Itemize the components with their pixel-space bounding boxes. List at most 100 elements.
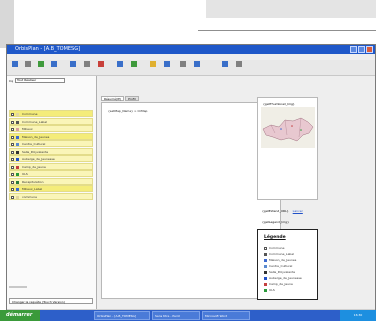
legend-item: ULS [264,288,275,292]
legend-swatch [264,270,267,274]
toolbar-icon [150,61,156,67]
legend-item: Camp_de_Jeune [264,282,293,286]
layer-symbol-icon [16,143,19,146]
toolbar-button-1[interactable] [9,61,21,67]
layer-checkbox[interactable] [11,143,14,146]
document-pane: {setMap_Name} > OrMap [101,102,281,299]
layer-item[interactable]: Commune [9,110,93,117]
layer-checkbox[interactable] [11,113,14,116]
layer-item[interactable]: Milieux [9,125,93,132]
layer-checkbox[interactable] [11,195,14,199]
background-window-fragment [0,0,14,48]
legend-swatch [264,288,267,292]
map-thumbnail-panel: {getThumbnail_Img} [257,97,318,200]
layer-item[interactable]: Salle_Polyvalente [9,147,93,155]
legend-item: Maison_de_Jeunes [264,258,296,262]
toolbar-icon [98,61,104,67]
layer-item[interactable]: Maison_de_Jeunes [9,132,93,140]
legend-label: Auberge_de_Jeunesse [269,276,302,280]
legend-swatch [264,246,267,250]
layer-checkbox[interactable] [11,173,14,176]
layer-symbol-icon [16,195,19,199]
layer-item[interactable]: ULS [9,170,93,177]
extent-link[interactable]: Lancer [293,209,303,213]
layer-checkbox[interactable] [11,158,14,161]
toolbar-button-6[interactable] [81,61,93,67]
taskbar: démarrer OrbisPlan - [A.B_TOMESG] Sans t… [0,310,376,321]
extent-label: {getExtend_URL} [262,209,289,213]
legend-title: Légende [264,235,286,240]
extent-row: {getExtend_URL} Lancer [262,209,303,213]
layer-item[interactable]: Recapitulation [9,177,93,185]
toolbar-button-10[interactable] [147,61,159,67]
toolbar-button-2[interactable] [22,61,34,67]
layer-symbol-icon [16,158,19,161]
layer-checkbox[interactable] [11,128,14,131]
layer-symbol-icon [16,173,19,176]
legend-swatch [264,276,267,280]
toolbar-icon [117,61,123,67]
layer-checkbox[interactable] [11,150,14,154]
toolbar-button-3[interactable] [35,61,47,67]
taskbar-item[interactable]: Microsoft Word [202,311,250,320]
legend-label: Maison_de_Jeunes [269,258,297,262]
legend-item: Commune [264,246,284,250]
taskbar-item[interactable]: OrbisPlan - [A.B_TOMESG] [94,311,150,320]
toolbar-button-4[interactable] [48,61,60,67]
title-bar: OrbisPlan - [A.B_TOMESG] [7,45,375,54]
app-window: OrbisPlan - [A.B_TOMESG] Cq Tout Réalise… [6,44,376,311]
layer-checkbox[interactable] [11,180,14,184]
layer-filter-dropdown[interactable]: Tout Réaliser [15,78,65,83]
start-label: démarrer [6,312,33,318]
minimize-button[interactable] [350,46,357,53]
toolbar-icon [222,61,228,67]
layer-symbol-icon [16,165,19,169]
toolbar [7,60,375,76]
taskbar-item[interactable]: Sans titre - Paint [152,311,200,320]
layer-info [9,286,27,290]
map-name-text: {setMap_Name} > OrMap [108,109,148,113]
toolbar-button-14[interactable] [219,61,231,67]
layer-item[interactable]: commune [9,192,93,200]
legend-label: Camp_de_Jeune [269,282,293,286]
layer-item[interactable]: Commune_Label [9,117,93,125]
toolbar-icon [180,61,186,67]
maximize-button[interactable] [358,46,365,53]
layer-checkbox[interactable] [11,165,14,169]
legend-label: ULS [269,288,275,292]
legend-swatch [264,264,267,268]
layer-item[interactable]: Centre_Culturel [9,140,93,147]
layer-filter-row: Cq Tout Réaliser [9,78,93,84]
window-title: OrbisPlan - [A.B_TOMESG] [15,46,81,52]
thumbnail-label: {getThumbnail_Img} [263,102,295,106]
toolbar-icon [38,61,44,67]
layer-item[interactable]: Camp_de_Jeune [9,162,93,170]
layer-item[interactable]: Milieux_Label [9,185,93,192]
toolbar-button-9[interactable] [128,61,140,67]
toolbar-button-7[interactable] [95,61,107,67]
toolbar-icon [84,61,90,67]
toolbar-button-12[interactable] [177,61,189,67]
toolbar-button-11[interactable] [161,61,173,67]
toolbar-button-8[interactable] [114,61,126,67]
taskbar-item-label: Microsoft Word [205,314,228,318]
toolbar-icon [131,61,137,67]
toolbar-button-13[interactable] [191,61,203,67]
tab-profil[interactable]: Profil [125,96,139,101]
window-controls [350,46,373,53]
layer-checkbox[interactable] [11,135,14,139]
layer-item[interactable]: Auberge_de_Jeunesse [9,155,93,162]
toolbar-button-15[interactable] [233,61,245,67]
toolbar-button-5[interactable] [67,61,79,67]
layer-symbol-icon [16,150,19,154]
tab-resume[interactable]: Résumé(IE) [101,96,125,101]
layer-checkbox[interactable] [11,120,14,124]
change-query-button[interactable]: Changer la requête (Touch Version) [9,298,93,304]
layer-filter-value: Tout Réaliser [17,78,37,82]
close-button[interactable] [366,46,373,53]
layer-checkbox[interactable] [11,188,14,191]
start-button[interactable]: démarrer [0,310,40,321]
main-panel: Résumé(IE) Profil {setMap_Name} > OrMap [99,76,373,309]
legend-swatch [264,258,267,262]
map-thumbnail [261,107,315,148]
